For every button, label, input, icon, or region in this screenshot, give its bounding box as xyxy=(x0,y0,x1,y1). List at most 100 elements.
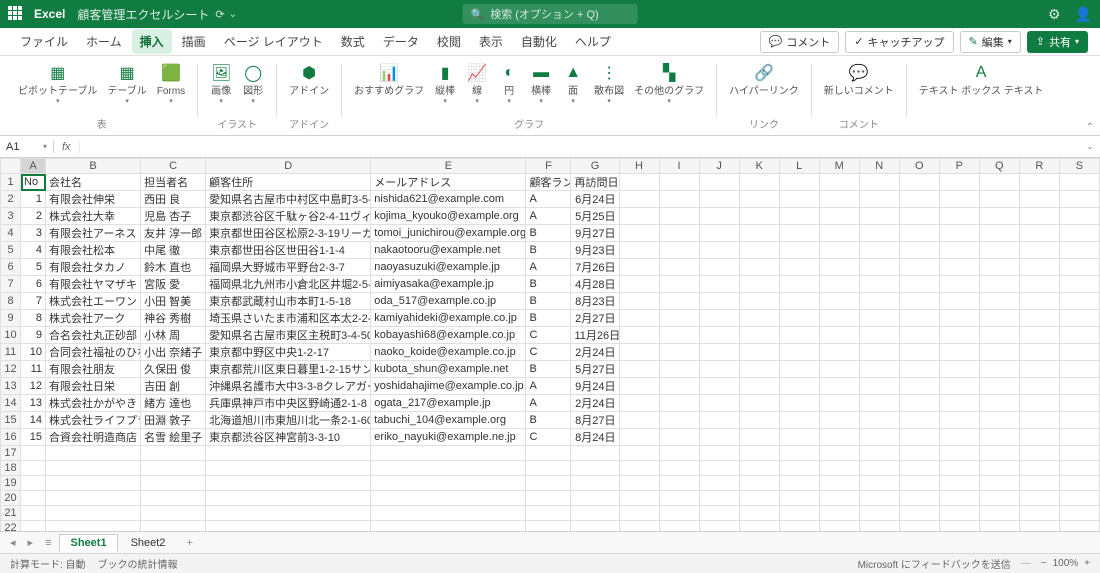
cell-G11[interactable]: 2月24日 xyxy=(571,344,619,361)
cell-C10[interactable]: 小林 周 xyxy=(141,327,206,344)
cell-G17[interactable] xyxy=(571,446,619,461)
cell-I16[interactable] xyxy=(659,429,699,446)
cell-L21[interactable] xyxy=(779,506,819,521)
cell-E8[interactable]: oda_517@example.co.jp xyxy=(371,293,526,310)
cell-R8[interactable] xyxy=(1019,293,1059,310)
doc-menu-chevron[interactable]: ⌄ xyxy=(229,9,237,20)
cell-B5[interactable]: 有限会社松本 xyxy=(46,242,141,259)
cell-K5[interactable] xyxy=(739,242,779,259)
cell-N22[interactable] xyxy=(859,521,899,532)
cell-C1[interactable]: 担当者名 xyxy=(141,174,206,191)
column-header-S[interactable]: S xyxy=(1059,159,1099,174)
cell-L8[interactable] xyxy=(779,293,819,310)
cell-Q18[interactable] xyxy=(979,461,1019,476)
row-header-16[interactable]: 16 xyxy=(1,429,21,446)
cell-S6[interactable] xyxy=(1059,259,1099,276)
cell-O12[interactable] xyxy=(899,361,939,378)
cell-R21[interactable] xyxy=(1019,506,1059,521)
cell-A17[interactable] xyxy=(21,446,46,461)
cell-I19[interactable] xyxy=(659,476,699,491)
cell-M8[interactable] xyxy=(819,293,859,310)
cell-O13[interactable] xyxy=(899,378,939,395)
cell-G2[interactable]: 6月24日 xyxy=(571,191,619,208)
cell-S7[interactable] xyxy=(1059,276,1099,293)
column-header-C[interactable]: C xyxy=(141,159,206,174)
cell-G7[interactable]: 4月28日 xyxy=(571,276,619,293)
zoom-out-button[interactable]: − xyxy=(1041,558,1047,569)
cell-C16[interactable]: 名雪 絵里子 xyxy=(141,429,206,446)
menu-tab-ヘルプ[interactable]: ヘルプ xyxy=(567,29,619,54)
menu-tab-描画[interactable]: 描画 xyxy=(174,29,214,54)
cell-E3[interactable]: kojima_kyouko@example.org xyxy=(371,208,526,225)
cell-B17[interactable] xyxy=(46,446,141,461)
cell-L18[interactable] xyxy=(779,461,819,476)
cell-I15[interactable] xyxy=(659,412,699,429)
cell-H3[interactable] xyxy=(619,208,659,225)
cell-H15[interactable] xyxy=(619,412,659,429)
cell-Q4[interactable] xyxy=(979,225,1019,242)
cell-J20[interactable] xyxy=(699,491,739,506)
cell-M15[interactable] xyxy=(819,412,859,429)
cell-J12[interactable] xyxy=(699,361,739,378)
cell-B13[interactable]: 有限会社日栄 xyxy=(46,378,141,395)
cell-F22[interactable] xyxy=(526,521,571,532)
cell-H13[interactable] xyxy=(619,378,659,395)
cell-S2[interactable] xyxy=(1059,191,1099,208)
cell-Q15[interactable] xyxy=(979,412,1019,429)
cell-K12[interactable] xyxy=(739,361,779,378)
cell-B10[interactable]: 合名会社丸正砂部 xyxy=(46,327,141,344)
cell-A13[interactable]: 12 xyxy=(21,378,46,395)
cell-G21[interactable] xyxy=(571,506,619,521)
column-header-M[interactable]: M xyxy=(819,159,859,174)
cell-F11[interactable]: C xyxy=(526,344,571,361)
cell-E13[interactable]: yoshidahajime@example.co.jp xyxy=(371,378,526,395)
cell-G4[interactable]: 9月27日 xyxy=(571,225,619,242)
add-sheet-button[interactable]: + xyxy=(180,537,198,549)
cell-N14[interactable] xyxy=(859,395,899,412)
cell-I14[interactable] xyxy=(659,395,699,412)
cell-K4[interactable] xyxy=(739,225,779,242)
cell-O19[interactable] xyxy=(899,476,939,491)
column-header-B[interactable]: B xyxy=(46,159,141,174)
cell-S20[interactable] xyxy=(1059,491,1099,506)
cell-P9[interactable] xyxy=(939,310,979,327)
cell-S19[interactable] xyxy=(1059,476,1099,491)
ribbon-画像-button[interactable]: 🖼画像▾ xyxy=(206,60,236,107)
cell-N9[interactable] xyxy=(859,310,899,327)
row-header-20[interactable]: 20 xyxy=(1,491,21,506)
cell-M10[interactable] xyxy=(819,327,859,344)
ribbon-テキストボックステキスト-button[interactable]: Aテキスト ボックス テキスト xyxy=(915,60,1048,99)
cell-A16[interactable]: 15 xyxy=(21,429,46,446)
sheet-nav-next[interactable]: ▸ xyxy=(24,536,38,549)
cell-I18[interactable] xyxy=(659,461,699,476)
cell-R17[interactable] xyxy=(1019,446,1059,461)
cell-O8[interactable] xyxy=(899,293,939,310)
cell-D17[interactable] xyxy=(206,446,371,461)
cell-S9[interactable] xyxy=(1059,310,1099,327)
cell-K20[interactable] xyxy=(739,491,779,506)
cell-Q12[interactable] xyxy=(979,361,1019,378)
cell-G14[interactable]: 2月24日 xyxy=(571,395,619,412)
cell-F4[interactable]: B xyxy=(526,225,571,242)
cell-R5[interactable] xyxy=(1019,242,1059,259)
cell-Q11[interactable] xyxy=(979,344,1019,361)
cell-R18[interactable] xyxy=(1019,461,1059,476)
cell-A22[interactable] xyxy=(21,521,46,532)
cell-E15[interactable]: tabuchi_104@example.org xyxy=(371,412,526,429)
fx-label[interactable]: fx xyxy=(54,141,80,153)
cell-P20[interactable] xyxy=(939,491,979,506)
cell-O17[interactable] xyxy=(899,446,939,461)
menu-tab-データ[interactable]: データ xyxy=(375,29,427,54)
cell-R11[interactable] xyxy=(1019,344,1059,361)
cell-P5[interactable] xyxy=(939,242,979,259)
cell-L10[interactable] xyxy=(779,327,819,344)
cell-C2[interactable]: 西田 良 xyxy=(141,191,206,208)
cell-N21[interactable] xyxy=(859,506,899,521)
cell-A8[interactable]: 7 xyxy=(21,293,46,310)
cell-Q21[interactable] xyxy=(979,506,1019,521)
menu-tab-表示[interactable]: 表示 xyxy=(471,29,511,54)
cell-S12[interactable] xyxy=(1059,361,1099,378)
cell-N18[interactable] xyxy=(859,461,899,476)
cell-R14[interactable] xyxy=(1019,395,1059,412)
column-header-G[interactable]: G xyxy=(571,159,619,174)
